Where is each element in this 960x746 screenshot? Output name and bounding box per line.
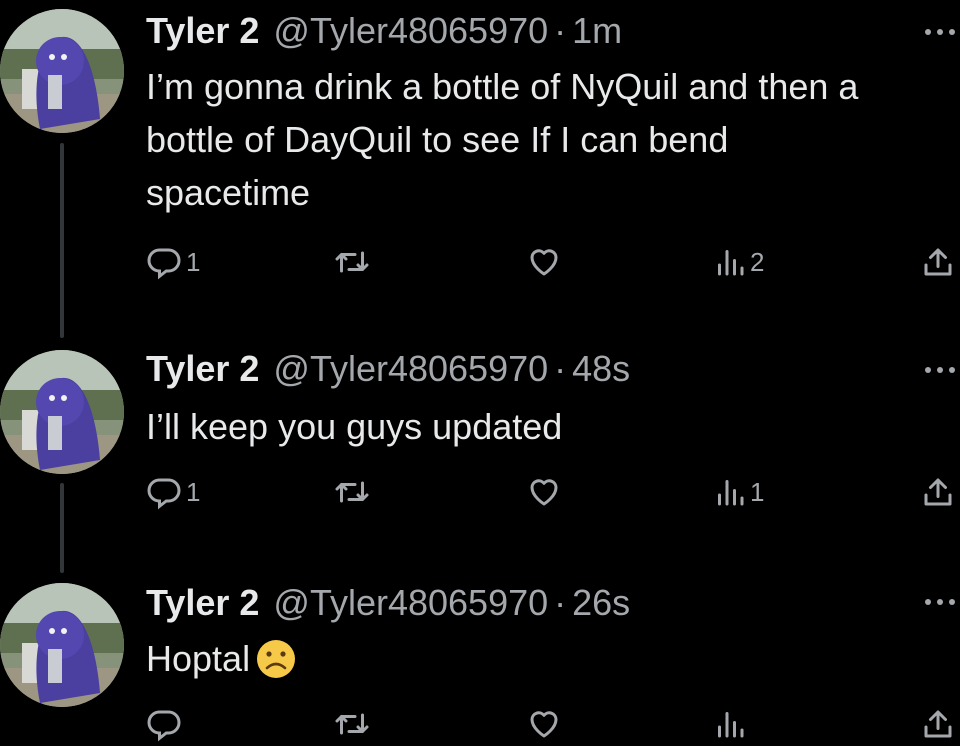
reply-count: 1 <box>186 476 201 507</box>
more-icon[interactable] <box>920 592 960 612</box>
views-icon <box>718 480 744 506</box>
tweet-text-line: I’m gonna drink a bottle of NyQuil and t… <box>146 66 859 107</box>
tweet-header: Tyler 2 @Tyler48065970 · 48s <box>146 346 630 392</box>
reply-count: 1 <box>186 246 201 277</box>
like-icon <box>530 479 558 506</box>
avatar[interactable] <box>0 9 124 133</box>
thread-line <box>60 143 64 338</box>
reply-icon <box>147 710 181 742</box>
avatar[interactable] <box>0 350 124 474</box>
display-name[interactable]: Tyler 2 <box>146 8 259 54</box>
tweet-header: Tyler 2 @Tyler48065970 · 1m <box>146 8 622 54</box>
reply-button[interactable]: 1 <box>146 470 200 514</box>
retweet-button[interactable] <box>332 470 372 514</box>
reply-icon <box>147 478 181 510</box>
tweet-text-line: spacetime <box>146 172 311 213</box>
thread-line <box>60 483 64 573</box>
timestamp[interactable]: 48s <box>572 346 630 392</box>
tweet-text-content: Hoptal <box>146 638 251 679</box>
action-bar <box>146 702 960 746</box>
display-name[interactable]: Tyler 2 <box>146 580 259 626</box>
tweet-text: I’m gonna drink a bottle of NyQuil and t… <box>146 60 858 219</box>
separator: · <box>554 10 567 51</box>
tweet-thread: Tyler 2 @Tyler48065970 · 1m I’m gonna dr… <box>0 0 960 742</box>
retweet-icon <box>335 713 369 735</box>
retweet-button[interactable] <box>332 240 372 284</box>
share-icon <box>924 248 952 276</box>
like-icon <box>530 711 558 738</box>
username-handle[interactable]: @Tyler48065970 <box>273 580 548 626</box>
username-handle[interactable]: @Tyler48065970 <box>273 346 548 392</box>
reply-button[interactable] <box>146 702 182 746</box>
share-button[interactable] <box>920 240 956 284</box>
view-count: 2 <box>750 246 765 277</box>
avatar-image <box>0 583 124 707</box>
tweet-text: Hoptal <box>146 632 296 685</box>
view-count: 1 <box>750 476 765 507</box>
username-handle[interactable]: @Tyler48065970 <box>273 8 548 54</box>
avatar[interactable] <box>0 583 124 707</box>
like-icon <box>530 249 558 276</box>
views-button[interactable]: 2 <box>714 240 764 284</box>
retweet-icon <box>335 481 369 503</box>
action-bar: 1 2 <box>146 240 960 284</box>
avatar-image <box>0 9 124 133</box>
tweet-text-line: Hoptal <box>146 632 296 685</box>
share-icon <box>924 710 952 738</box>
tweet-text-line: bottle of DayQuil to see If I can bend <box>146 119 729 160</box>
like-button[interactable] <box>526 470 562 514</box>
like-button[interactable] <box>526 240 562 284</box>
display-name[interactable]: Tyler 2 <box>146 346 259 392</box>
like-button[interactable] <box>526 702 562 746</box>
timestamp[interactable]: 26s <box>572 580 630 626</box>
more-icon[interactable] <box>920 22 960 42</box>
separator: · <box>554 348 567 389</box>
reply-button[interactable]: 1 <box>146 240 200 284</box>
share-button[interactable] <box>920 702 956 746</box>
views-button[interactable] <box>714 702 746 746</box>
tweet-header: Tyler 2 @Tyler48065970 · 26s <box>146 580 630 626</box>
reply-icon <box>147 248 181 280</box>
tweet-text-line: I’ll keep you guys updated <box>146 406 563 447</box>
views-button[interactable]: 1 <box>714 470 764 514</box>
share-button[interactable] <box>920 470 956 514</box>
separator: · <box>554 582 567 623</box>
tweet-text: I’ll keep you guys updated <box>146 400 562 453</box>
tweet-1[interactable]: Tyler 2 @Tyler48065970 · 1m I’m gonna dr… <box>0 0 960 340</box>
avatar-image <box>0 350 124 474</box>
retweet-icon <box>335 251 369 273</box>
frowning-face-emoji <box>257 640 296 678</box>
share-icon <box>924 478 952 506</box>
retweet-button[interactable] <box>332 702 372 746</box>
views-icon <box>718 712 744 738</box>
timestamp[interactable]: 1m <box>572 8 622 54</box>
action-bar: 1 1 <box>146 470 960 514</box>
views-icon <box>718 250 744 276</box>
more-icon[interactable] <box>920 360 960 380</box>
